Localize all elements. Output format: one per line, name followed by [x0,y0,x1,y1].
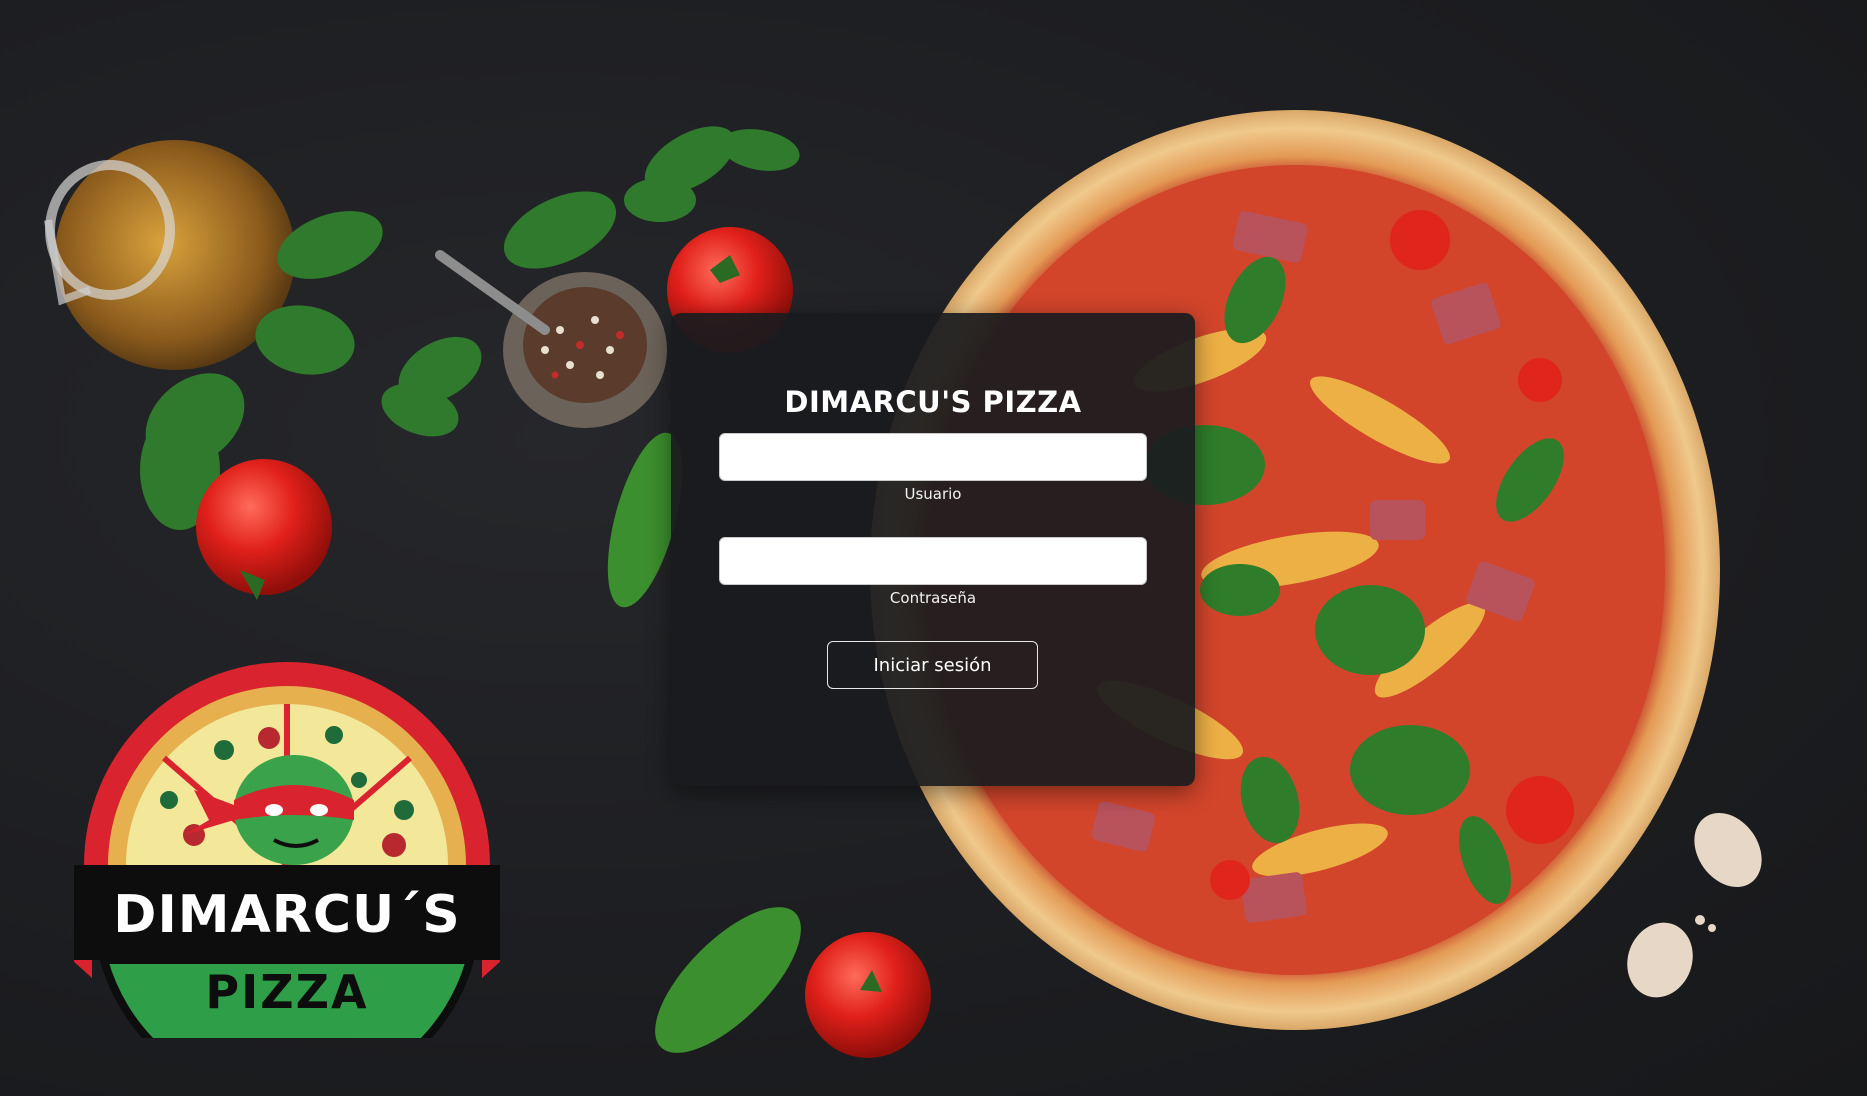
login-page: DIMARCU´S PIZZA DIMARCU'S PIZZA Usuario … [0,0,1867,1096]
login-card: DIMARCU'S PIZZA Usuario Contraseña Inici… [671,313,1195,786]
password-label: Contraseña [889,589,977,607]
password-input[interactable] [719,537,1147,585]
logo-subtitle: PIZZA [205,965,369,1019]
login-title: DIMARCU'S PIZZA [784,385,1082,419]
dimarcus-logo: DIMARCU´S PIZZA [74,660,500,1038]
logo-wordmark: DIMARCU´S [113,885,461,945]
login-button[interactable]: Iniciar sesión [827,641,1038,689]
username-label: Usuario [904,485,962,503]
pepper-bowl-image [435,250,667,428]
username-input[interactable] [719,433,1147,481]
